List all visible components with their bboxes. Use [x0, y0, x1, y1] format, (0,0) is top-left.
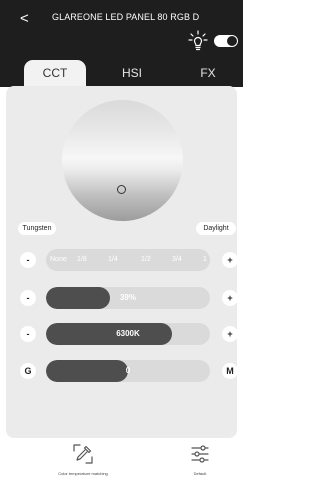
chevron-left-icon: <	[20, 10, 29, 27]
daylight-preset-button[interactable]: Daylight	[196, 222, 236, 235]
sliders-icon	[191, 445, 209, 463]
temperature-slider[interactable]: 6300K	[46, 323, 210, 345]
temperature-minus-button[interactable]: -	[20, 326, 36, 342]
green-label[interactable]: G	[20, 363, 36, 379]
tungsten-preset-button[interactable]: Tungsten	[18, 222, 56, 235]
color-temperature-wheel[interactable]	[62, 100, 183, 221]
stop-label: 1/4	[108, 256, 118, 263]
intensity-minus-button[interactable]: -	[20, 290, 36, 306]
stops-minus-button[interactable]: -	[20, 252, 36, 268]
color-temperature-matching-button[interactable]: Color temperature matching	[38, 442, 128, 476]
stop-label: 1/2	[141, 256, 151, 263]
green-magenta-value: 0	[125, 366, 131, 375]
color-temperature-matching-label: Color temperature matching	[58, 471, 108, 476]
tab-hsi[interactable]: HSI	[112, 60, 152, 86]
device-title: GLAREONE LED PANEL 80 RGB D	[52, 12, 200, 22]
stop-label: 1/8	[77, 256, 87, 263]
intensity-plus-button[interactable]: +	[222, 290, 238, 306]
app-root: < GLAREONE LED PANEL 80 RGB D CCT HSI FX	[0, 0, 243, 477]
intensity-slider[interactable]: 39%	[46, 287, 210, 309]
stop-label: None	[50, 256, 67, 263]
wheel-selector-handle[interactable]	[117, 185, 126, 194]
temperature-plus-button[interactable]: +	[222, 326, 238, 342]
temperature-value: 6300K	[116, 329, 140, 338]
tab-fx[interactable]: FX	[190, 60, 226, 86]
stops-labels: None 1/8 1/4 1/2 3/4 1	[46, 249, 210, 271]
light-bulb-icon[interactable]	[188, 30, 208, 52]
magenta-label[interactable]: M	[222, 363, 238, 379]
back-button[interactable]: <	[20, 10, 36, 28]
power-toggle[interactable]	[214, 35, 238, 47]
default-button[interactable]: Default	[182, 442, 218, 476]
tab-cct[interactable]: CCT	[24, 60, 86, 86]
green-magenta-slider[interactable]: 0	[46, 360, 210, 382]
header-bar: < GLAREONE LED PANEL 80 RGB D CCT HSI FX	[0, 0, 243, 87]
default-label: Default	[193, 471, 207, 476]
stop-label: 1	[203, 256, 207, 263]
stops-slider[interactable]: None 1/8 1/4 1/2 3/4 1	[46, 249, 210, 271]
eyedropper-icon	[73, 444, 93, 464]
intensity-value: 39%	[119, 293, 136, 302]
stops-plus-button[interactable]: +	[222, 252, 238, 268]
mode-tabs: CCT HSI FX	[0, 60, 243, 86]
stop-label: 3/4	[172, 256, 182, 263]
power-toggle-knob	[227, 36, 237, 46]
